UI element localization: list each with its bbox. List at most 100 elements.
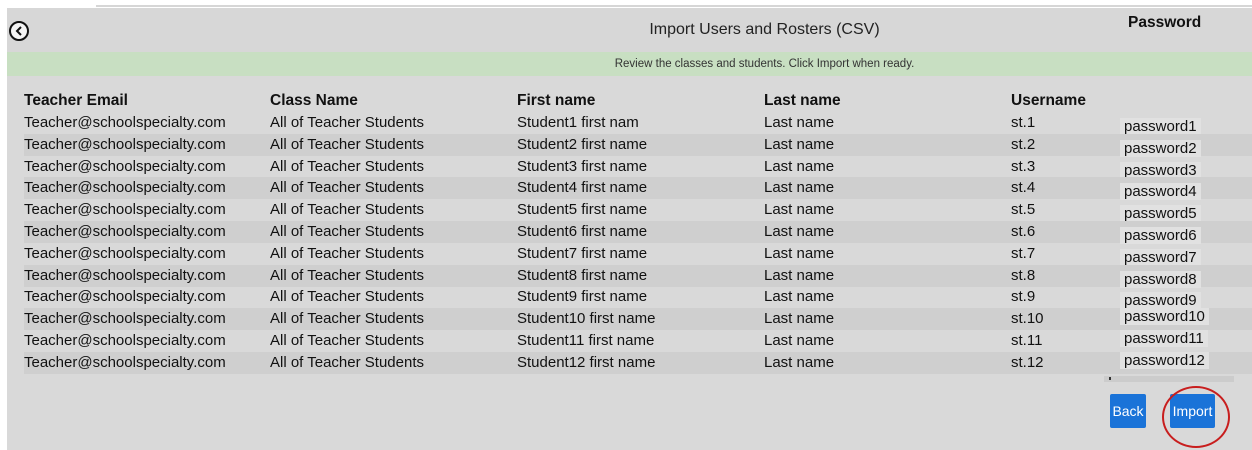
cell-username: st.2	[1011, 135, 1036, 153]
cell-password: password6	[1120, 227, 1201, 244]
cell-teacher-email: Teacher@schoolspecialty.com	[24, 310, 226, 328]
cell-last-name: Last name	[764, 201, 835, 219]
cell-first-name: Student6 first name	[517, 223, 648, 240]
cell-username: st.10	[1011, 310, 1044, 328]
cell-first-name: Student8 first name	[517, 266, 648, 284]
cell-password: password9	[1120, 292, 1201, 310]
cell-username: st.8	[1011, 266, 1036, 284]
table-row: Teacher@schoolspecialty.com All of Teache…	[24, 133, 1252, 157]
cell-teacher-email: Teacher@schoolspecialty.com	[24, 244, 226, 262]
cell-class-name: All of Teacher Students	[270, 201, 424, 219]
cell-username: st.12	[1011, 353, 1044, 371]
header-first-name: First name	[517, 92, 596, 109]
cell-first-name: Student12 first name	[517, 353, 656, 371]
cell-username: st.6	[1011, 223, 1036, 240]
cell-teacher-email: Teacher@schoolspecialty.com	[24, 114, 226, 131]
cell-teacher-email: Teacher@schoolspecialty.com	[24, 288, 226, 306]
cell-username: st.3	[1011, 157, 1036, 175]
table-row: Teacher@schoolspecialty.com All of Teache…	[24, 330, 1252, 352]
cell-last-name: Last name	[764, 157, 835, 175]
back-nav-button[interactable]	[9, 21, 29, 41]
cell-last-name: Last name	[764, 179, 835, 197]
cell-teacher-email: Teacher@schoolspecialty.com	[24, 157, 226, 175]
cell-last-name: Last name	[764, 114, 835, 131]
cell-teacher-email: Teacher@schoolspecialty.com	[24, 135, 226, 153]
cell-password: password3	[1120, 161, 1201, 179]
cell-first-name: Student7 first name	[517, 244, 648, 262]
review-banner: Review the classes and students. Click I…	[7, 52, 1252, 76]
cell-password: password10	[1120, 308, 1209, 326]
cell-password: password12	[1120, 351, 1209, 369]
import-dialog: Import Users and Rosters (CSV) Review th…	[7, 8, 1252, 450]
header-teacher-email: Teacher Email	[24, 92, 128, 109]
cell-class-name: All of Teacher Students	[270, 332, 424, 349]
cell-first-name: Student1 first nam	[517, 114, 639, 131]
table-row: Teacher@schoolspecialty.com All of Teache…	[24, 221, 1252, 244]
table-row: Teacher@schoolspecialty.com All of Teache…	[24, 243, 1252, 266]
cell-teacher-email: Teacher@schoolspecialty.com	[24, 332, 226, 349]
cell-class-name: All of Teacher Students	[270, 179, 424, 197]
cell-class-name: All of Teacher Students	[270, 266, 424, 284]
cell-username: st.5	[1011, 201, 1036, 219]
cell-class-name: All of Teacher Students	[270, 114, 424, 131]
cell-username: st.4	[1011, 179, 1036, 197]
cell-last-name: Last name	[764, 135, 835, 153]
table-row: Teacher@schoolspecialty.com All of Teache…	[24, 156, 1252, 179]
page-title: Import Users and Rosters (CSV)	[649, 21, 880, 38]
cell-teacher-email: Teacher@schoolspecialty.com	[24, 201, 226, 219]
back-button[interactable]: Back	[1110, 394, 1146, 428]
cell-password: password2	[1120, 139, 1201, 157]
cell-teacher-email: Teacher@schoolspecialty.com	[24, 179, 226, 197]
cell-username: st.1	[1011, 114, 1036, 131]
cell-password: password11	[1120, 330, 1208, 347]
cell-password: password7	[1120, 248, 1201, 266]
cell-last-name: Last name	[764, 223, 835, 240]
header-class-name: Class Name	[270, 92, 358, 109]
cell-username: st.9	[1011, 288, 1036, 306]
header-last-name: Last name	[764, 92, 841, 109]
table-row: Teacher@schoolspecialty.com All of Teache…	[24, 264, 1252, 288]
chevron-left-icon	[15, 26, 22, 36]
import-button[interactable]: Import	[1170, 394, 1215, 428]
table-row: Teacher@schoolspecialty.com All of Teache…	[24, 351, 1252, 374]
cell-class-name: All of Teacher Students	[270, 135, 424, 153]
scroll-marker	[1109, 377, 1111, 380]
cell-password: password8	[1120, 270, 1201, 288]
table-row: Teacher@schoolspecialty.com All of Teache…	[24, 286, 1252, 310]
cell-password: password4	[1120, 183, 1201, 201]
table-row: Teacher@schoolspecialty.com All of Teache…	[24, 308, 1252, 331]
cell-password: password1	[1120, 118, 1201, 135]
browser-top-edge	[0, 0, 1252, 8]
cell-last-name: Last name	[764, 266, 835, 284]
table-row: Teacher@schoolspecialty.com All of Teache…	[24, 112, 1252, 135]
cell-first-name: Student9 first name	[517, 288, 648, 306]
cell-first-name: Student11 first name	[517, 332, 655, 349]
cell-teacher-email: Teacher@schoolspecialty.com	[24, 223, 226, 240]
cell-first-name: Student10 first name	[517, 310, 656, 328]
cell-last-name: Last name	[764, 353, 835, 371]
table-row: Teacher@schoolspecialty.com All of Teache…	[24, 199, 1252, 223]
cell-first-name: Student4 first name	[517, 179, 648, 197]
cell-last-name: Last name	[764, 310, 835, 328]
dialog-header: Import Users and Rosters (CSV)	[7, 8, 1252, 52]
cell-password: password5	[1120, 205, 1201, 223]
cell-teacher-email: Teacher@schoolspecialty.com	[24, 353, 226, 371]
header-password: Password	[1128, 14, 1202, 31]
cell-last-name: Last name	[764, 332, 835, 349]
cell-first-name: Student3 first name	[517, 157, 648, 175]
cell-username: st.11	[1011, 332, 1043, 349]
cell-first-name: Student2 first name	[517, 135, 648, 153]
cell-username: st.7	[1011, 244, 1036, 262]
cell-class-name: All of Teacher Students	[270, 157, 424, 175]
scroll-track	[1104, 376, 1234, 382]
table-row: Teacher@schoolspecialty.com All of Teache…	[24, 177, 1252, 201]
cell-class-name: All of Teacher Students	[270, 353, 424, 371]
cell-last-name: Last name	[764, 244, 835, 262]
cell-class-name: All of Teacher Students	[270, 288, 424, 306]
tab-strip-edge	[96, 5, 1252, 7]
cell-class-name: All of Teacher Students	[270, 310, 424, 328]
cell-teacher-email: Teacher@schoolspecialty.com	[24, 266, 226, 284]
cell-class-name: All of Teacher Students	[270, 244, 424, 262]
cell-last-name: Last name	[764, 288, 835, 306]
header-username: Username	[1011, 92, 1086, 109]
